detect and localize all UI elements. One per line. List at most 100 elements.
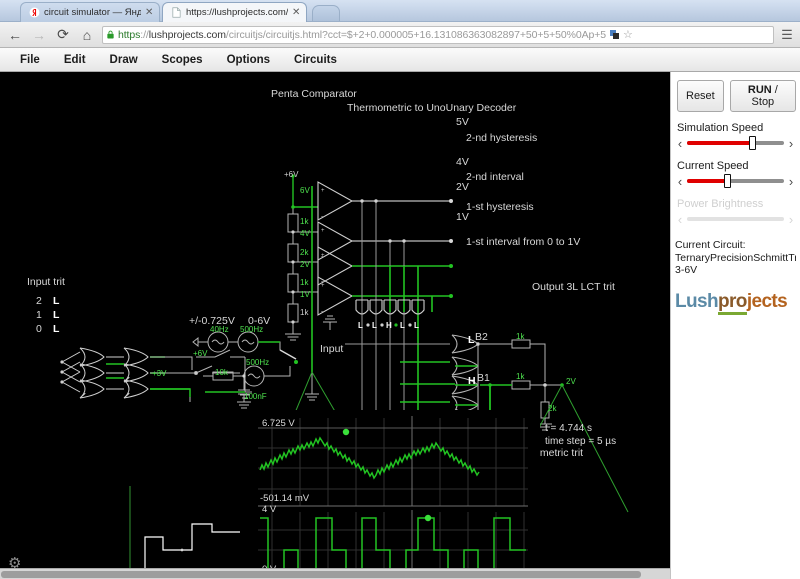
circuit-canvas[interactable]: + - + - + - + - L L H L L Penta Comparat… xyxy=(0,72,670,568)
url-scheme: https xyxy=(118,28,141,41)
chevron-left-icon: ‹ xyxy=(677,211,683,227)
label-output-lct: Output 3L LCT trit xyxy=(532,281,615,293)
svg-text:H: H xyxy=(386,321,392,330)
label-1st-hysteresis: 1-st hysteresis xyxy=(466,201,534,213)
label-penta-comparator: Penta Comparator xyxy=(271,88,357,100)
label-rail-4v: 4V xyxy=(456,156,469,168)
url-path: /circuitjs/circuitjs.html?cct=$+2+0.0000… xyxy=(225,28,607,41)
label-rail-5v: 5V xyxy=(456,116,469,128)
label-resistor-10k: 10k xyxy=(215,368,228,377)
label-2nd-hysteresis: 2-nd hysteresis xyxy=(466,132,538,144)
tab-title: https://lushprojects.com/cir xyxy=(186,6,288,18)
home-icon[interactable]: ⌂ xyxy=(78,26,96,44)
label-trit-state-0: L xyxy=(53,323,60,335)
slider-track[interactable] xyxy=(687,174,784,188)
label-decoder: Thermometric to UnoUnary Decoder xyxy=(347,102,517,114)
label-b2-state: L xyxy=(468,334,475,346)
menu-draw[interactable]: Draw xyxy=(98,52,150,68)
chevron-right-icon[interactable]: › xyxy=(786,175,796,188)
bookmark-star-icon[interactable]: ☆ xyxy=(623,28,633,41)
label-rail-1v: 1V xyxy=(456,211,469,223)
menu-edit[interactable]: Edit xyxy=(52,52,98,68)
scope-time-step: time step = 5 µs xyxy=(545,436,617,447)
current-speed-slider[interactable]: ‹ › xyxy=(675,173,796,189)
simulation-speed-slider[interactable]: ‹ › xyxy=(675,135,796,151)
horizontal-scrollbar[interactable] xyxy=(0,568,670,579)
slider-track xyxy=(687,217,784,221)
hamburger-icon[interactable]: ☰ xyxy=(780,27,794,43)
label-out-r3: 2k xyxy=(548,404,557,413)
forward-icon[interactable]: → xyxy=(30,26,48,44)
close-icon[interactable]: ✕ xyxy=(292,7,302,18)
slider-knob[interactable] xyxy=(749,136,757,150)
label-freq-500hz-b: 500Hz xyxy=(246,358,270,367)
browser-toolbar: ← → ⟳ ⌂ https://lushprojects.com/circuit… xyxy=(0,22,800,48)
run-stop-button[interactable]: RUN / Stop xyxy=(729,80,796,112)
page-icon xyxy=(172,7,181,18)
label-cap-100nf: 100nF xyxy=(244,392,267,401)
menu-options[interactable]: Options xyxy=(215,52,282,68)
label-b1-state: H xyxy=(468,375,476,387)
menu-file[interactable]: File xyxy=(8,52,52,68)
tab-title: circuit simulator — Яндекс: xyxy=(44,6,141,18)
label-2nd-interval: 2-nd interval xyxy=(466,171,524,183)
label-ladder-tap-1v: 1V xyxy=(300,290,310,299)
label-ladder-tap-2v: 2V xyxy=(300,260,310,269)
power-brightness-label: Power Brightness xyxy=(677,198,764,210)
label-b1: B1 xyxy=(477,372,490,384)
new-tab-button[interactable] xyxy=(312,5,340,21)
scope-panel[interactable]: 6.725 V -501.14 mV 4 V 0 V xyxy=(258,410,540,568)
chevron-left-icon[interactable]: ‹ xyxy=(675,137,685,150)
slider-fill xyxy=(687,179,726,183)
svg-text:L: L xyxy=(414,321,419,330)
svg-text:L: L xyxy=(400,321,405,330)
svg-text:+: + xyxy=(321,228,325,234)
label-supply-3v: +3V xyxy=(152,369,167,378)
browser-tab-1[interactable]: https://lushprojects.com/cir ✕ xyxy=(162,2,307,22)
label-supply-6v: +6V xyxy=(193,349,208,358)
logo-part-jects: jects xyxy=(746,290,788,312)
svg-text:-: - xyxy=(321,214,323,220)
power-brightness-slider: ‹ › xyxy=(675,211,796,227)
chevron-left-icon[interactable]: ‹ xyxy=(675,175,685,188)
label-trit-digit-1: 1 xyxy=(36,309,42,321)
browser-tab-0[interactable]: circuit simulator — Яндекс: ✕ xyxy=(20,2,160,22)
current-circuit-heading: Current Circuit: xyxy=(675,239,746,251)
menu-scopes[interactable]: Scopes xyxy=(150,52,215,68)
scrollbar-thumb[interactable] xyxy=(1,571,641,578)
gear-icon[interactable]: ⚙ xyxy=(8,554,21,568)
app-menu-bar: File Edit Draw Scopes Options Circuits xyxy=(0,48,800,72)
address-bar[interactable]: https://lushprojects.com/circuitjs/circu… xyxy=(102,25,774,44)
chevron-right-icon: › xyxy=(788,211,794,227)
current-circuit-name: TernaryPrecisionSchmittTrigg xyxy=(675,251,796,264)
back-icon[interactable]: ← xyxy=(6,26,24,44)
scope-bot-max: 4 V xyxy=(262,504,277,515)
label-freq-40hz: 40Hz xyxy=(210,325,229,334)
current-circuit-block: Current Circuit: TernaryPrecisionSchmitt… xyxy=(675,239,796,277)
lock-icon xyxy=(107,30,114,39)
menu-circuits[interactable]: Circuits xyxy=(282,52,349,68)
slider-fill xyxy=(687,141,752,145)
label-ladder-supply: +6V xyxy=(284,170,299,179)
yandex-icon xyxy=(29,7,40,18)
svg-text:-: - xyxy=(321,309,323,315)
scope-top-min: -501.14 mV xyxy=(260,493,310,504)
reset-button[interactable]: Reset xyxy=(677,80,724,112)
label-trit-digit-0: 0 xyxy=(36,323,42,335)
label-rail-2v: 2V xyxy=(456,181,469,193)
sim-button-row: Reset RUN / Stop xyxy=(677,80,796,112)
lushprojects-logo[interactable]: Lushprojects xyxy=(675,290,796,315)
close-icon[interactable]: ✕ xyxy=(145,7,155,18)
label-1st-interval: 1-st interval from 0 to 1V xyxy=(466,236,581,248)
label-trit-state-1: L xyxy=(53,309,60,321)
reload-icon[interactable]: ⟳ xyxy=(54,26,72,44)
logo-part-pro: pro xyxy=(718,290,747,315)
chevron-right-icon[interactable]: › xyxy=(786,137,796,150)
current-speed-label: Current Speed xyxy=(677,160,749,172)
scope-top-max: 6.725 V xyxy=(262,418,295,429)
slider-knob[interactable] xyxy=(723,174,731,188)
page-action-icon[interactable] xyxy=(609,29,620,40)
label-out-r1: 1k xyxy=(516,332,525,341)
label-freq-500hz-a: 500Hz xyxy=(240,325,264,334)
slider-track[interactable] xyxy=(687,136,784,150)
